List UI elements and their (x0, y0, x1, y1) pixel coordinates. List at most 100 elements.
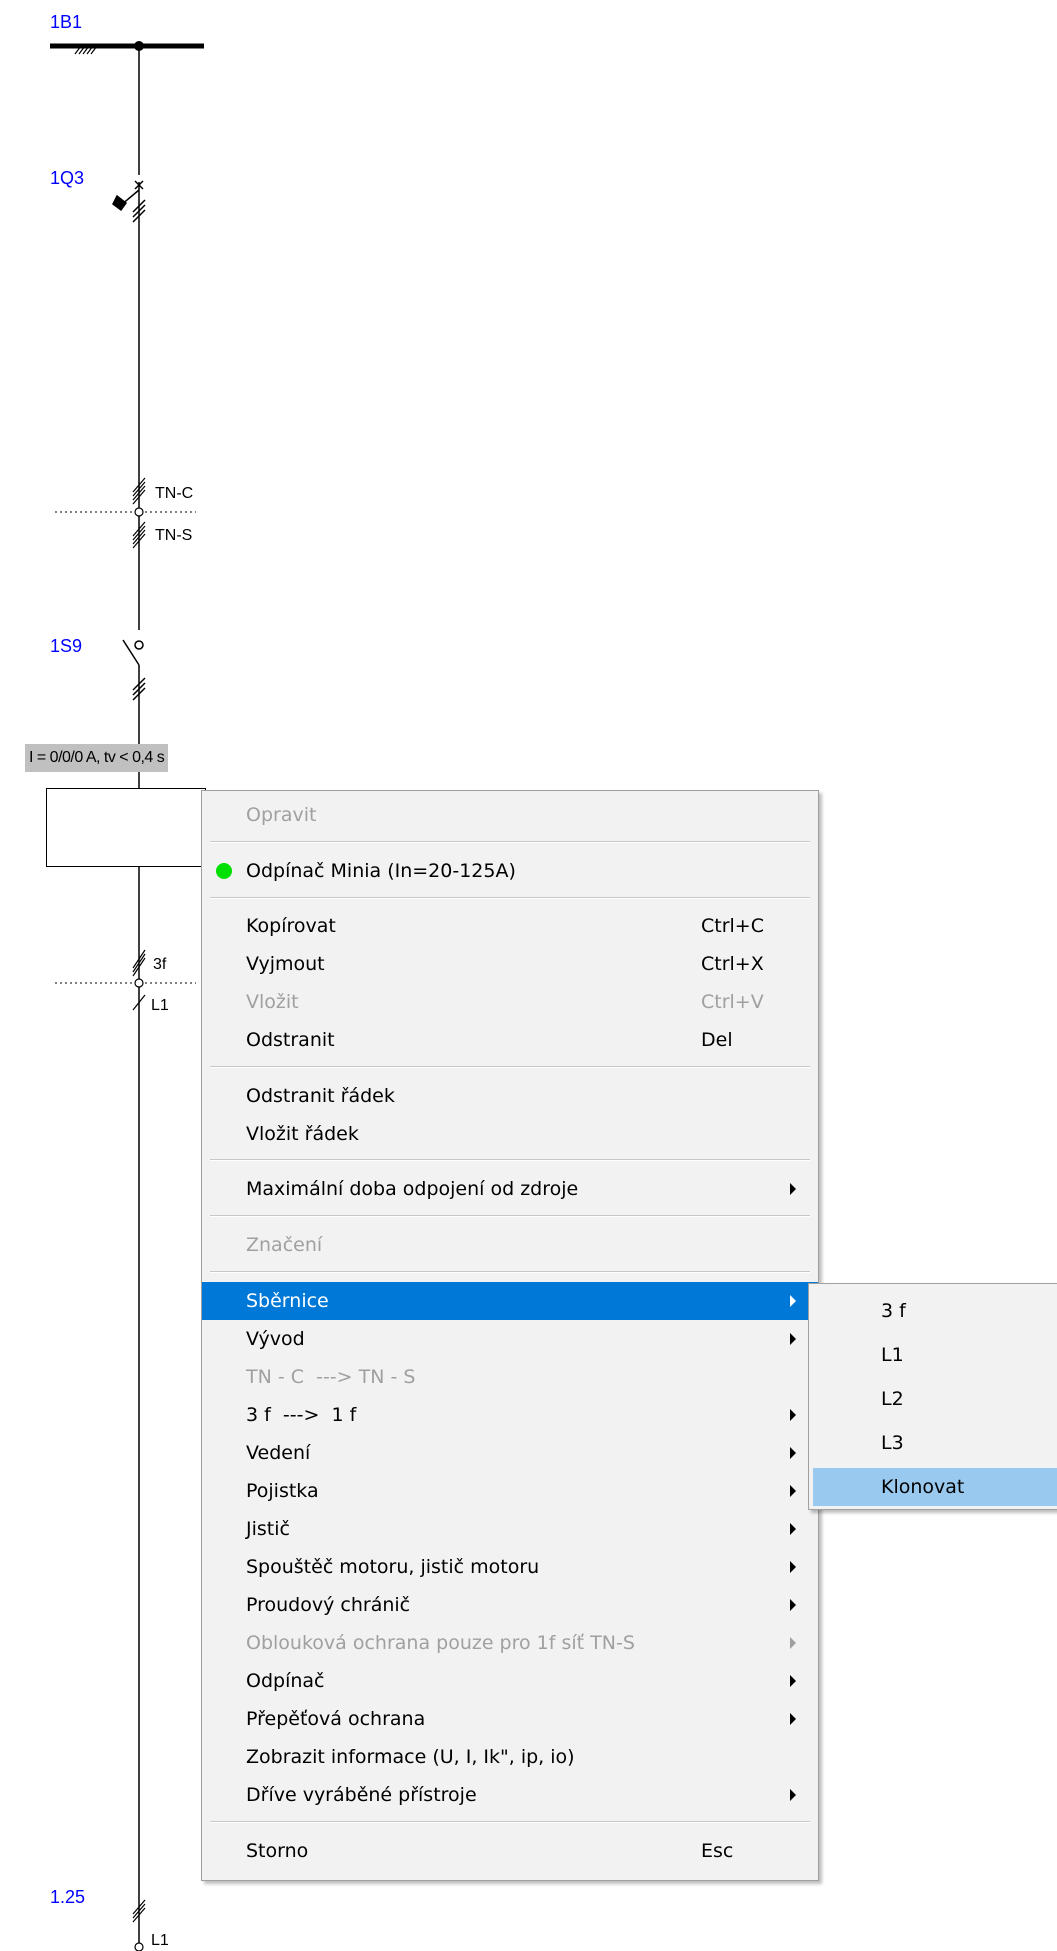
menu-item-show-info[interactable]: Zobrazit informace (U, I, Ik", ip, io) (202, 1738, 818, 1776)
menu-label: Odpínač Minia (In=20-125A) (246, 860, 516, 882)
breaker-label: 1Q3 (50, 168, 85, 188)
switch-label: 1S9 (50, 636, 83, 656)
menu-label: Pojistka (246, 1480, 319, 1502)
menu-separator (210, 1159, 810, 1161)
submenu-item-l1[interactable]: L1 (813, 1336, 1057, 1374)
menu-separator (210, 1215, 810, 1217)
menu-label: Vložit (246, 991, 299, 1013)
menu-label: 3 f ---> 1 f (246, 1404, 357, 1426)
current-info-box: I = 0/0/0 A, tv < 0,4 s (25, 744, 169, 772)
menu-item-copy[interactable]: Kopírovat Ctrl+C (202, 907, 818, 945)
submenu-item-l3[interactable]: L3 (813, 1424, 1057, 1462)
menu-item-rcd[interactable]: Proudový chránič (202, 1586, 818, 1624)
tag-tnc: TN-C (155, 485, 194, 502)
menu-item-cancel[interactable]: Storno Esc (202, 1832, 818, 1870)
submenu-arrow-icon (790, 1713, 796, 1725)
menu-label: Storno (246, 1840, 309, 1862)
menu-label: Zobrazit informace (U, I, Ik", ip, io) (246, 1746, 575, 1768)
menu-item-paste[interactable]: Vložit Ctrl+V (202, 983, 818, 1021)
menu-item-fuse[interactable]: Pojistka (202, 1472, 818, 1510)
submenu-item-3f[interactable]: 3 f (813, 1292, 1057, 1330)
bus-node (134, 41, 144, 51)
menu-label: Jistič (246, 1518, 290, 1540)
menu-item-legacy-devices[interactable]: Dříve vyráběné přístroje (202, 1776, 818, 1814)
menu-label: Vložit řádek (246, 1123, 359, 1145)
submenu-item-l2[interactable]: L2 (813, 1380, 1057, 1418)
menu-separator (210, 841, 810, 843)
submenu-arrow-icon (790, 1675, 796, 1687)
menu-separator (210, 897, 810, 899)
menu-item-max-disconnect-time[interactable]: Maximální doba odpojení od zdroje (202, 1170, 818, 1208)
submenu-label: 3 f (881, 1300, 906, 1322)
switch-symbol (122, 630, 146, 701)
menu-label: Vyjmout (246, 953, 325, 975)
submenu-arrow-icon (790, 1561, 796, 1573)
menu-label: Vývod (246, 1328, 305, 1350)
menu-label: Proudový chránič (246, 1594, 411, 1616)
menu-label: Vedení (246, 1442, 311, 1464)
menu-item-opravit[interactable]: Opravit (202, 796, 818, 834)
tag-3f: 3f (153, 956, 167, 973)
bus-label: 1B1 (50, 12, 83, 32)
menu-item-surge-protection[interactable]: Přepěťová ochrana (202, 1700, 818, 1738)
menu-item-cut[interactable]: Vyjmout Ctrl+X (202, 945, 818, 983)
menu-item-tnc-tns[interactable]: TN - C ---> TN - S (202, 1358, 818, 1396)
breaker-symbol (112, 175, 146, 223)
menu-label: Kopírovat (246, 915, 336, 937)
menu-item-insert-row[interactable]: Vložit řádek (202, 1115, 818, 1153)
submenu-arrow-icon (790, 1333, 796, 1345)
menu-label: Opravit (246, 804, 317, 826)
submenu-arrow-icon (790, 1523, 796, 1535)
menu-shortcut: Esc (701, 1840, 734, 1862)
menu-label: Odpínač (246, 1670, 325, 1692)
menu-label: Značení (246, 1234, 323, 1256)
menu-label: TN - C ---> TN - S (246, 1366, 416, 1388)
submenu-arrow-icon (790, 1789, 796, 1801)
menu-label: Odstranit řádek (246, 1085, 395, 1107)
menu-shortcut: Ctrl+X (701, 953, 764, 975)
submenu-arrow-icon (790, 1485, 796, 1497)
busbar-submenu: 3 f L1 L2 L3 Klonovat (808, 1283, 1057, 1510)
menu-item-circuit-breaker[interactable]: Jistič (202, 1510, 818, 1548)
submenu-label: L1 (881, 1344, 904, 1366)
submenu-arrow-icon (790, 1637, 796, 1649)
menu-separator (210, 1271, 810, 1273)
tag-l1-bottom: L1 (151, 1932, 169, 1949)
menu-item-outlet[interactable]: Vývod (202, 1320, 818, 1358)
menu-separator (210, 1066, 810, 1068)
menu-shortcut: Ctrl+C (701, 915, 764, 937)
bottom-label: 1.25 (50, 1887, 86, 1907)
menu-item-delete[interactable]: Odstranit Del (202, 1021, 818, 1059)
submenu-label: L2 (881, 1388, 904, 1410)
menu-item-marking[interactable]: Značení (202, 1226, 818, 1264)
menu-item-device[interactable]: Odpínač Minia (In=20-125A) (202, 852, 818, 890)
submenu-label: L3 (881, 1432, 904, 1454)
menu-item-busbar[interactable]: Sběrnice (202, 1282, 818, 1320)
device-rectangle[interactable] (46, 788, 206, 867)
menu-item-motor-starter[interactable]: Spouštěč motoru, jistič motoru (202, 1548, 818, 1586)
menu-label: Sběrnice (246, 1290, 329, 1312)
menu-label: Odstranit (246, 1029, 335, 1051)
menu-item-delete-row[interactable]: Odstranit řádek (202, 1077, 818, 1115)
tag-tns: TN-S (155, 527, 193, 544)
submenu-arrow-icon (790, 1599, 796, 1611)
menu-label: Dříve vyráběné přístroje (246, 1784, 477, 1806)
menu-label: Spouštěč motoru, jistič motoru (246, 1556, 540, 1578)
menu-item-3f-1f[interactable]: 3 f ---> 1 f (202, 1396, 818, 1434)
menu-item-arc-protection[interactable]: Oblouková ochrana pouze pro 1f síť TN-S (202, 1624, 818, 1662)
menu-item-disconnector[interactable]: Odpínač (202, 1662, 818, 1700)
context-menu: Opravit Odpínač Minia (In=20-125A) Kopír… (201, 790, 819, 1881)
tag-l1-mid: L1 (151, 997, 169, 1014)
submenu-arrow-icon (790, 1183, 796, 1195)
submenu-arrow-icon (790, 1447, 796, 1459)
green-status-dot-icon (216, 863, 232, 879)
menu-label: Přepěťová ochrana (246, 1708, 426, 1730)
menu-item-cable[interactable]: Vedení (202, 1434, 818, 1472)
submenu-item-clone[interactable]: Klonovat (813, 1468, 1057, 1506)
submenu-arrow-icon (790, 1295, 796, 1307)
submenu-arrow-icon (790, 1409, 796, 1421)
menu-shortcut: Ctrl+V (701, 991, 764, 1013)
menu-separator (210, 1821, 810, 1823)
menu-shortcut: Del (701, 1029, 733, 1051)
menu-label: Oblouková ochrana pouze pro 1f síť TN-S (246, 1632, 635, 1654)
